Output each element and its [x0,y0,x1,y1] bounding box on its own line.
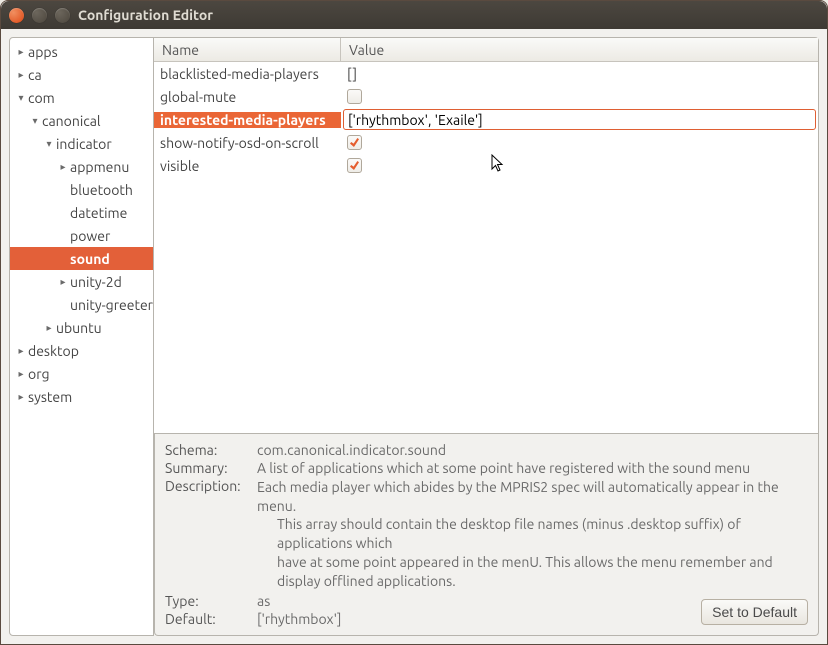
tree-item-ubuntu[interactable]: ▸ubuntu [10,316,153,339]
description-line: Each media player which abides by the MP… [257,479,779,514]
right-pane: Name Value blacklisted-media-players [] gl… [154,37,819,636]
description-label: Description: [165,478,253,591]
tree-item-system[interactable]: ▸system [10,385,153,408]
expander-right-icon[interactable]: ▸ [14,46,28,58]
default-label: Default: [165,611,253,627]
expander-right-icon[interactable]: ▸ [14,69,28,81]
tree-item-label: desktop [28,343,79,359]
tree-item-appmenu[interactable]: ▸appmenu [10,155,153,178]
type-label: Type: [165,593,253,609]
summary-value: A list of applications which at some poi… [257,460,808,476]
key-name: show-notify-osd-on-scroll [154,135,341,151]
tree-item-label: unity-2d [70,274,122,290]
key-name: global-mute [154,89,341,105]
schema-tree[interactable]: ▸apps▸ca▾com▾canonical▾indicator▸appmenu… [10,38,153,410]
expander-right-icon[interactable]: ▸ [56,276,70,288]
checkbox[interactable] [347,135,362,150]
tree-pane: ▸apps▸ca▾com▾canonical▾indicator▸appmenu… [9,37,154,636]
tree-item-label: apps [28,44,58,60]
col-header-name[interactable]: Name [154,38,341,61]
tree-item-desktop[interactable]: ▸desktop [10,339,153,362]
tree-item-label: sound [70,251,110,267]
tree-item-unity-2d[interactable]: ▸unity-2d [10,270,153,293]
tree-item-label: appmenu [70,159,129,175]
description-line: This array should contain the desktop fi… [277,515,808,553]
key-name: blacklisted-media-players [154,66,341,82]
details-panel: Schema: com.canonical.indicator.sound Su… [154,434,819,636]
tree-item-label: com [28,90,55,106]
set-to-default-button[interactable]: Set to Default [701,599,808,625]
checkbox[interactable] [347,158,362,173]
expander-right-icon[interactable]: ▸ [56,161,70,173]
checkbox[interactable] [347,89,362,104]
tree-item-com[interactable]: ▾com [10,86,153,109]
tree-item-org[interactable]: ▸org [10,362,153,385]
window-maximize-button[interactable] [55,8,70,23]
key-value-cell[interactable] [341,135,818,150]
tree-item-unity-greeter[interactable]: unity-greeter [10,293,153,316]
schema-value: com.canonical.indicator.sound [257,442,808,458]
expander-down-icon[interactable]: ▾ [28,115,42,127]
key-value-cell[interactable]: [] [341,66,818,82]
tree-item-label: unity-greeter [70,297,153,313]
tree-item-label: datetime [70,205,127,221]
tree-item-label: indicator [56,136,112,152]
tree-item-label: power [70,228,110,244]
key-name: interested-media-players [154,112,341,128]
expander-right-icon[interactable]: ▸ [14,345,28,357]
tree-item-power[interactable]: power [10,224,153,247]
tree-item-label: bluetooth [70,182,133,198]
tree-item-ca[interactable]: ▸ca [10,63,153,86]
tree-item-sound[interactable]: sound [10,247,153,270]
expander-down-icon[interactable]: ▾ [42,138,56,150]
tree-item-label: ubuntu [56,320,102,336]
window-close-button[interactable] [9,8,24,23]
tree-item-datetime[interactable]: datetime [10,201,153,224]
expander-down-icon[interactable]: ▾ [14,92,28,104]
table-header: Name Value [154,38,818,62]
key-value-table: Name Value blacklisted-media-players [] gl… [154,37,819,434]
table-row[interactable]: blacklisted-media-players [] [154,62,818,85]
table-row[interactable]: visible [154,154,818,177]
key-value-cell[interactable] [341,107,818,132]
expander-right-icon[interactable]: ▸ [14,368,28,380]
tree-item-label: org [28,366,50,382]
window-title: Configuration Editor [78,7,213,23]
table-row[interactable]: interested-media-players [154,108,818,131]
key-name: visible [154,158,341,174]
table-row[interactable]: show-notify-osd-on-scroll [154,131,818,154]
summary-label: Summary: [165,460,253,476]
expander-right-icon[interactable]: ▸ [14,391,28,403]
titlebar: Configuration Editor [1,1,827,29]
value-text: [] [347,66,357,82]
expander-right-icon[interactable]: ▸ [42,322,56,334]
window-minimize-button[interactable] [32,8,47,23]
client-area: ▸apps▸ca▾com▾canonical▾indicator▸appmenu… [1,29,827,644]
description-value: Each media player which abides by the MP… [257,478,808,591]
tree-item-label: canonical [42,113,101,129]
tree-item-label: ca [28,67,42,83]
key-value-cell[interactable] [341,158,818,173]
tree-item-canonical[interactable]: ▾canonical [10,109,153,132]
schema-label: Schema: [165,442,253,458]
value-edit-input[interactable] [343,109,816,130]
tree-item-label: system [28,389,72,405]
tree-item-apps[interactable]: ▸apps [10,40,153,63]
table-body: blacklisted-media-players [] global-mute in… [154,62,818,433]
table-row[interactable]: global-mute [154,85,818,108]
key-value-cell[interactable] [341,89,818,104]
tree-item-indicator[interactable]: ▾indicator [10,132,153,155]
col-header-value[interactable]: Value [341,38,818,61]
description-line: have at some point appeared in the menU.… [277,553,808,591]
tree-item-bluetooth[interactable]: bluetooth [10,178,153,201]
